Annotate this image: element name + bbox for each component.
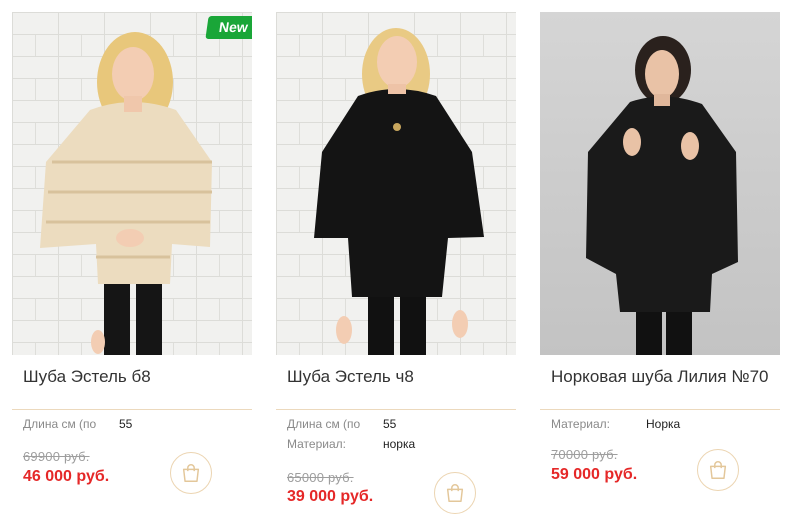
- property-row: Длина см (по 55: [287, 417, 512, 437]
- product-title[interactable]: Норковая шуба Лилия №70: [551, 366, 771, 387]
- divider: [540, 409, 780, 410]
- product-properties: Материал: Норка: [551, 417, 776, 437]
- product-image[interactable]: [540, 12, 780, 355]
- product-properties: Длина см (по 55 Материал: норка: [287, 417, 512, 457]
- add-to-cart-button[interactable]: [170, 452, 212, 494]
- old-price: 69900 руб.: [23, 449, 90, 464]
- property-label: Материал:: [551, 417, 610, 431]
- property-value: Норка: [646, 417, 681, 431]
- property-row: Материал: норка: [287, 437, 512, 457]
- property-value: 55: [383, 417, 397, 431]
- add-to-cart-button[interactable]: [697, 449, 739, 491]
- property-label: Длина см (по: [287, 417, 361, 431]
- property-label: Длина см (по: [23, 417, 97, 431]
- property-row: Материал: Норка: [551, 417, 776, 437]
- product-card[interactable]: New Шуба Эстель б8 Длина см (по 55 69900…: [12, 12, 252, 512]
- product-card[interactable]: Шуба Эстель ч8 Длина см (по 55 Материал:…: [276, 12, 516, 514]
- product-title[interactable]: Шуба Эстель б8: [23, 366, 243, 387]
- shopping-bag-icon: [446, 484, 464, 502]
- divider: [276, 409, 516, 410]
- new-price: 46 000 руб.: [23, 468, 110, 485]
- property-value: 55: [119, 417, 133, 431]
- product-properties: Длина см (по 55: [23, 417, 248, 437]
- new-price: 59 000 руб.: [551, 466, 638, 483]
- add-to-cart-button[interactable]: [434, 472, 476, 514]
- property-label: Материал:: [287, 437, 346, 451]
- product-title[interactable]: Шуба Эстель ч8: [287, 366, 507, 387]
- product-image[interactable]: New: [12, 12, 252, 355]
- new-badge: New: [205, 16, 252, 39]
- property-value: норка: [383, 437, 416, 451]
- product-image[interactable]: [276, 12, 516, 355]
- shopping-bag-icon: [709, 461, 727, 479]
- divider: [12, 409, 252, 410]
- product-card[interactable]: Норковая шуба Лилия №70 Материал: Норка …: [540, 12, 780, 512]
- shopping-bag-icon: [182, 464, 200, 482]
- old-price: 70000 руб.: [551, 447, 618, 462]
- property-row: Длина см (по 55: [23, 417, 248, 437]
- old-price: 65000 руб.: [287, 470, 354, 485]
- new-price: 39 000 руб.: [287, 488, 374, 505]
